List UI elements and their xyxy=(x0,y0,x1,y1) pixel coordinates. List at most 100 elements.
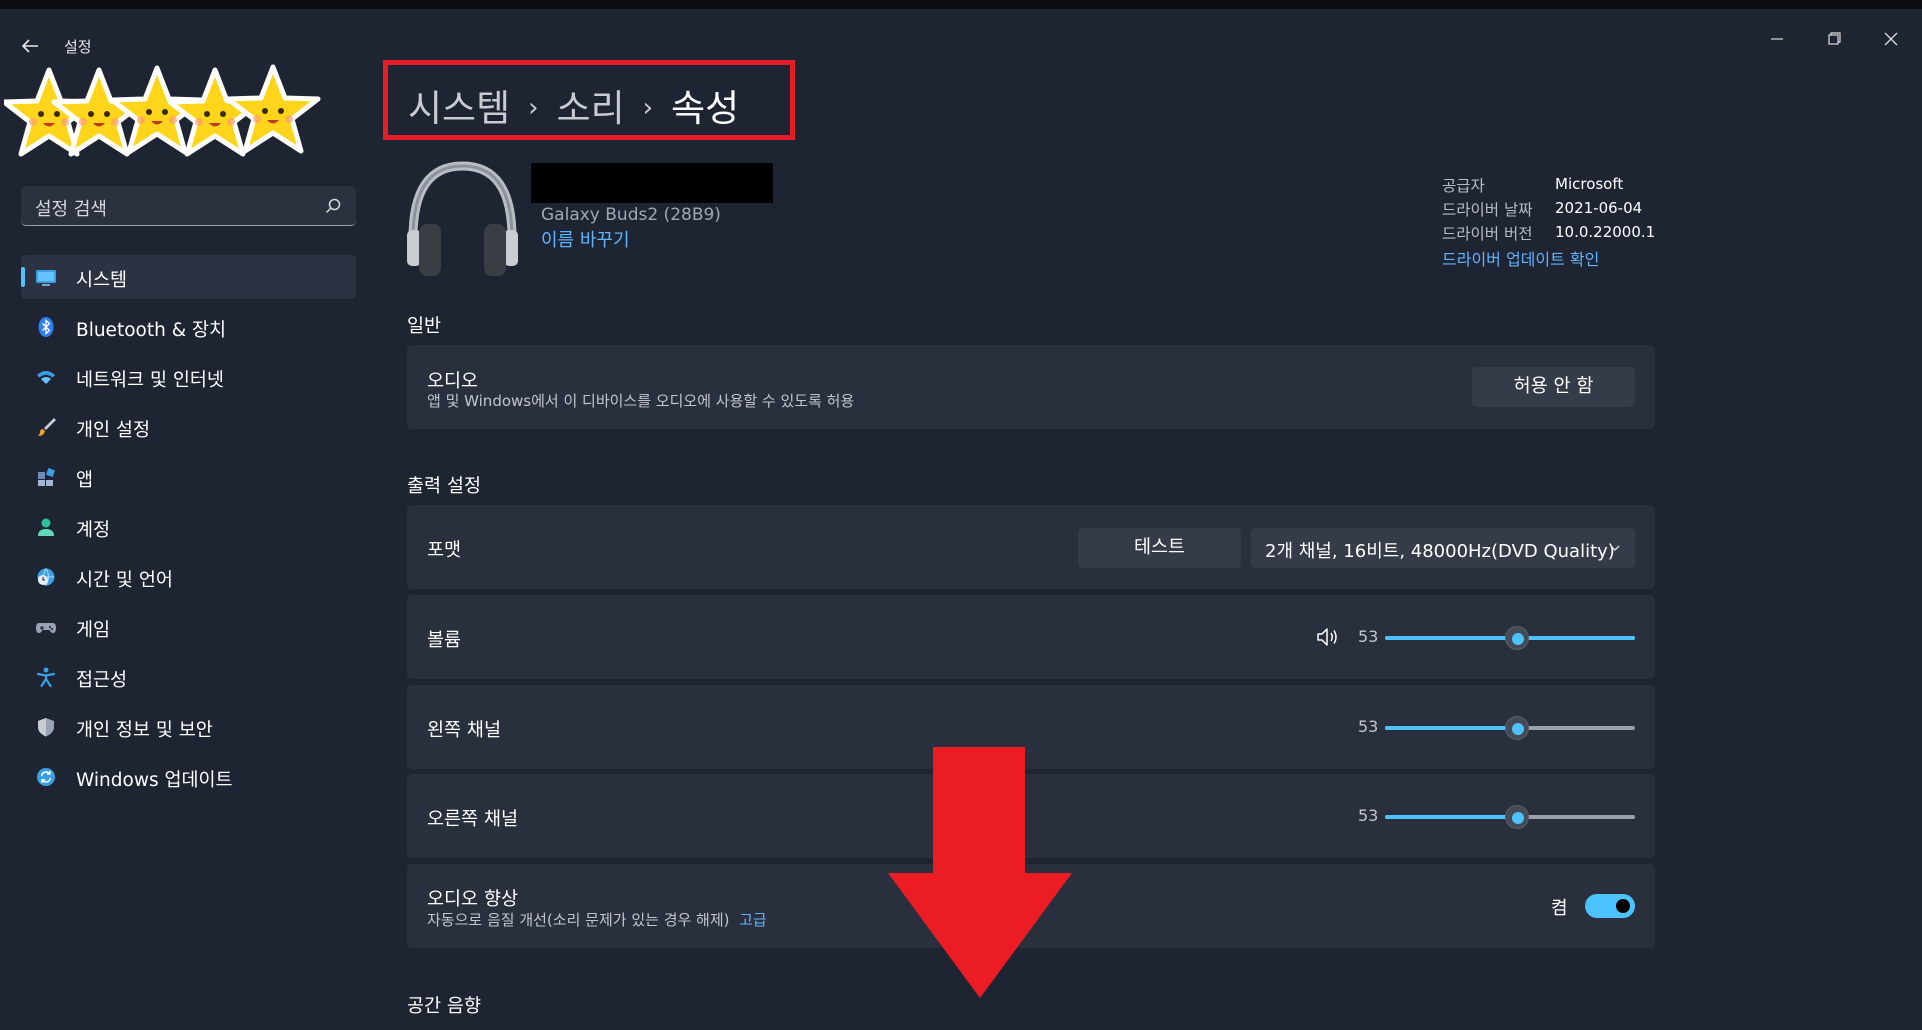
driver-update-link[interactable]: 드라이버 업데이트 확인 xyxy=(1442,246,1599,270)
audio-description: 앱 및 Windows에서 이 디바이스를 오디오에 사용할 수 있도록 허용 xyxy=(427,392,855,410)
volume-value: 53 xyxy=(1358,627,1379,646)
sidebar-item-accessibility[interactable]: 접근성 xyxy=(21,655,356,699)
sidebar-item-gaming[interactable]: 게임 xyxy=(21,605,356,649)
audio-enhancement-title: 오디오 향상 xyxy=(427,889,518,910)
sidebar-item-personalization[interactable]: 개인 설정 xyxy=(21,405,356,449)
left-channel-slider-fill xyxy=(1385,726,1518,730)
close-icon xyxy=(1884,32,1898,46)
driver-version-value: 10.0.22000.1 xyxy=(1555,223,1656,241)
star-icon xyxy=(228,67,318,151)
sidebar-item-network[interactable]: 네트워크 및 인터넷 xyxy=(21,355,356,399)
breadcrumb-separator: › xyxy=(528,93,539,123)
left-channel-slider[interactable] xyxy=(1385,716,1635,740)
breadcrumb-system[interactable]: 시스템 xyxy=(408,87,510,130)
right-channel-label: 오른쪽 채널 xyxy=(427,809,518,830)
format-dropdown-value: 2개 채널, 16비트, 48000Hz(DVD Quality) xyxy=(1265,541,1615,562)
breadcrumb-highlight: 시스템 › 소리 › 속성 xyxy=(383,60,795,140)
left-channel-value: 53 xyxy=(1358,717,1379,736)
audio-enhancement-toggle[interactable] xyxy=(1585,894,1635,918)
driver-version-label: 드라이버 버전 xyxy=(1442,225,1533,243)
sidebar-item-privacy-security[interactable]: 개인 정보 및 보안 xyxy=(21,705,356,749)
restore-icon xyxy=(1828,32,1841,45)
search-input[interactable]: 설정 검색 xyxy=(21,186,356,226)
audio-allow-card: 오디오 앱 및 Windows에서 이 디바이스를 오디오에 사용할 수 있도록… xyxy=(407,345,1655,429)
red-arrow-annotation xyxy=(888,747,1072,998)
search-icon xyxy=(325,198,341,214)
sidebar-item-label: 앱 xyxy=(76,470,94,491)
search-placeholder: 설정 검색 xyxy=(35,199,107,220)
restore-button[interactable] xyxy=(1814,27,1854,51)
sidebar-item-label: 개인 설정 xyxy=(76,420,150,441)
volume-label: 볼륨 xyxy=(427,630,462,651)
arrow-left-icon xyxy=(21,39,38,53)
sidebar-item-windows-update[interactable]: Windows 업데이트 xyxy=(21,755,356,799)
wifi-icon xyxy=(37,371,55,384)
test-button[interactable]: 테스트 xyxy=(1078,528,1241,568)
audio-enhancement-desc-text: 자동으로 음질 개선(소리 문제가 있는 경우 해제) xyxy=(427,911,730,929)
sidebar-item-label: 접근성 xyxy=(76,670,128,691)
format-dropdown[interactable]: 2개 채널, 16비트, 48000Hz(DVD Quality) xyxy=(1251,528,1635,568)
sidebar-item-label: 시간 및 언어 xyxy=(76,570,173,591)
sidebar-item-label: Windows 업데이트 xyxy=(76,770,233,791)
left-channel-slider-thumb[interactable] xyxy=(1505,716,1529,740)
active-indicator xyxy=(21,267,25,287)
volume-slider[interactable] xyxy=(1385,626,1635,650)
system-icon xyxy=(36,270,56,286)
right-channel-slider-fill xyxy=(1385,815,1518,819)
accessibility-icon xyxy=(36,667,56,688)
star-rating-overlay xyxy=(4,60,324,165)
top-strip xyxy=(0,0,1922,9)
apps-icon xyxy=(38,468,55,486)
driver-date-label: 드라이버 날짜 xyxy=(1442,201,1533,219)
left-channel-label: 왼쪽 채널 xyxy=(427,720,501,741)
sidebar-item-label: 개인 정보 및 보안 xyxy=(76,720,213,741)
headphones-icon xyxy=(407,161,518,276)
bluetooth-icon xyxy=(38,317,54,337)
sidebar-item-accounts[interactable]: 계정 xyxy=(21,505,356,549)
close-button[interactable] xyxy=(1871,27,1911,51)
disallow-button[interactable]: 허용 안 함 xyxy=(1472,367,1635,407)
toggle-knob xyxy=(1616,899,1630,913)
section-general-heading: 일반 xyxy=(407,316,442,337)
minimize-icon xyxy=(1771,38,1783,40)
paintbrush-icon xyxy=(38,418,56,436)
volume-card: 볼륨 53 xyxy=(407,595,1655,679)
sidebar-item-label: 계정 xyxy=(76,520,111,541)
right-channel-value: 53 xyxy=(1358,806,1379,825)
provider-value: Microsoft xyxy=(1555,175,1624,193)
advanced-link[interactable]: 고급 xyxy=(739,911,767,929)
update-icon xyxy=(37,768,55,786)
gamepad-icon xyxy=(36,623,56,633)
breadcrumb: 시스템 › 소리 › 속성 xyxy=(408,78,739,132)
rename-link[interactable]: 이름 바꾸기 xyxy=(541,226,630,252)
format-label: 포맷 xyxy=(427,540,462,561)
sidebar-item-system[interactable]: 시스템 xyxy=(21,255,356,299)
app-title: 설정 xyxy=(64,38,92,56)
toggle-state-label: 켬 xyxy=(1551,898,1568,919)
breadcrumb-sound[interactable]: 소리 xyxy=(557,87,625,130)
shield-icon xyxy=(38,718,54,737)
page-title: 속성 xyxy=(671,87,740,130)
volume-slider-thumb[interactable] xyxy=(1505,626,1529,650)
sidebar-item-time-language[interactable]: 시간 및 언어 xyxy=(21,555,356,599)
speaker-icon[interactable] xyxy=(1316,626,1340,648)
device-model: Galaxy Buds2 (28B9) xyxy=(541,205,721,225)
audio-enhancement-description: 자동으로 음질 개선(소리 문제가 있는 경우 해제) 고급 xyxy=(427,909,767,930)
minimize-button[interactable] xyxy=(1757,27,1797,51)
section-spatial-heading: 공간 음향 xyxy=(407,996,481,1017)
sidebar-item-label: 게임 xyxy=(76,620,111,641)
globe-clock-icon xyxy=(37,568,55,586)
breadcrumb-separator: › xyxy=(642,93,654,123)
driver-date-value: 2021-06-04 xyxy=(1555,199,1643,217)
section-output-heading: 출력 설정 xyxy=(407,476,481,497)
back-button[interactable] xyxy=(18,35,44,57)
right-channel-slider[interactable] xyxy=(1385,805,1635,829)
sidebar-item-label: Bluetooth & 장치 xyxy=(76,320,227,341)
sidebar-item-bluetooth[interactable]: Bluetooth & 장치 xyxy=(21,305,356,349)
sidebar-item-apps[interactable]: 앱 xyxy=(21,455,356,499)
sidebar-item-label: 시스템 xyxy=(76,270,128,291)
right-channel-slider-thumb[interactable] xyxy=(1505,805,1529,829)
format-card: 포맷 테스트 2개 채널, 16비트, 48000Hz(DVD Quality) xyxy=(407,505,1655,589)
device-name-redacted xyxy=(531,163,773,203)
provider-label: 공급자 xyxy=(1442,177,1485,195)
